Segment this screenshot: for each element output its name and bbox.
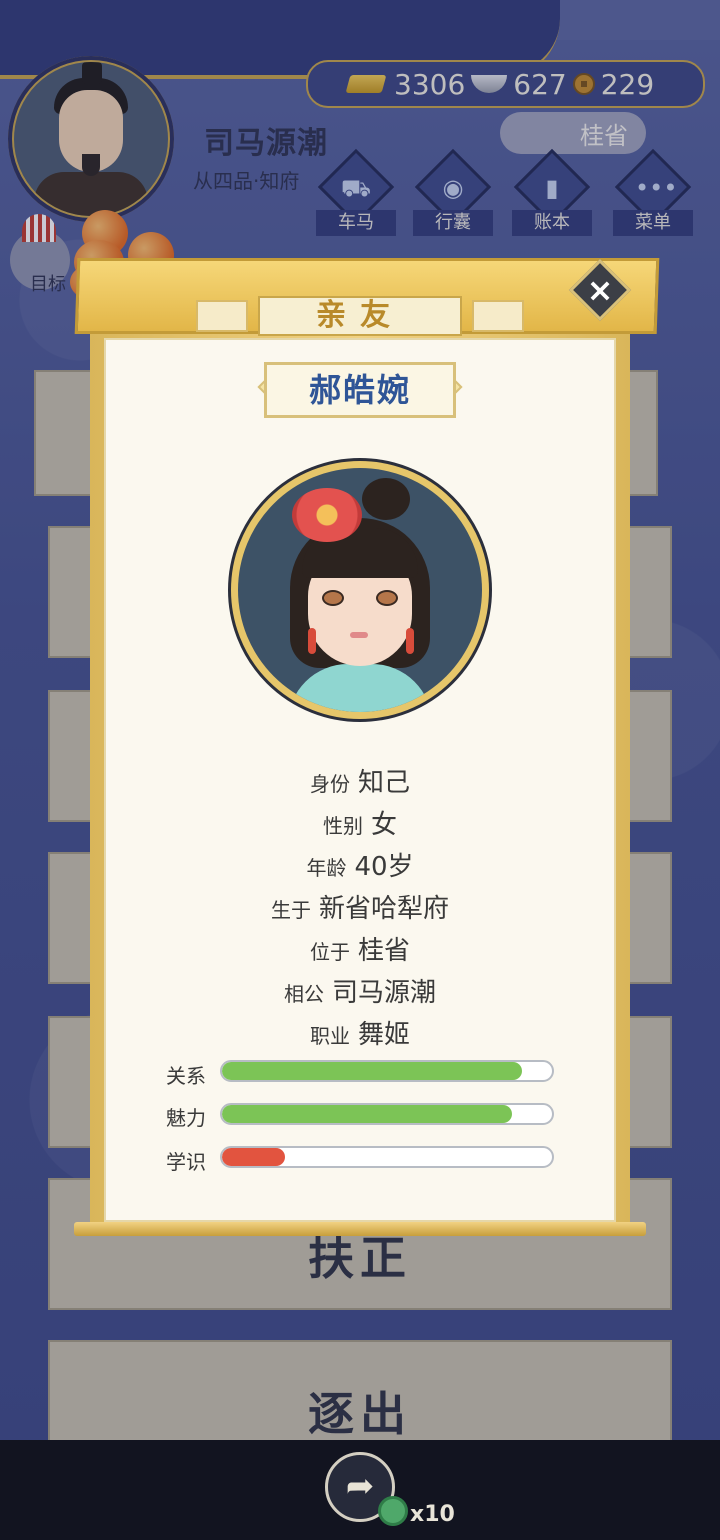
info-key: 位于 (309, 940, 350, 964)
info-occupation: 职业 舞姬 (104, 1014, 616, 1051)
close-icon[interactable]: × (578, 268, 622, 312)
info-value: 司马源潮 (331, 978, 436, 1008)
info-birthplace: 生于 新省哈犁府 (104, 888, 616, 925)
info-age: 年龄 40岁 (104, 846, 616, 883)
portrait-eye (322, 590, 344, 606)
stat-bar-relation (220, 1060, 554, 1082)
stat-label-relation: 关系 (166, 1064, 206, 1088)
info-key: 职业 (309, 1024, 350, 1048)
info-husband: 相公 司马源潮 (104, 972, 616, 1009)
portrait-robe (288, 664, 432, 712)
character-name: 郝皓婉 (264, 362, 456, 418)
header-ornament (472, 300, 524, 332)
flower-icon (292, 488, 362, 542)
portrait-lips (350, 632, 368, 638)
info-key: 相公 (283, 982, 324, 1006)
info-value: 新省哈犁府 (318, 894, 449, 924)
info-key: 年龄 (306, 856, 347, 880)
stat-fill (222, 1105, 513, 1123)
stat-fill (222, 1148, 285, 1166)
info-location: 位于 桂省 (104, 930, 616, 967)
dialog-title: 亲友 (258, 296, 462, 336)
portrait-bun (362, 478, 410, 520)
stat-label-knowledge: 学识 (166, 1150, 206, 1174)
info-identity: 身份 知己 (104, 762, 616, 799)
info-value: 桂省 (357, 936, 410, 966)
share-count: x10 (410, 1502, 455, 1527)
share-icon: ➦ (345, 1466, 375, 1506)
jade-coin-icon (378, 1496, 408, 1526)
info-key: 身份 (309, 772, 350, 796)
stat-fill (222, 1062, 523, 1080)
info-key: 性别 (322, 814, 363, 838)
header-ornament (196, 300, 248, 332)
stat-label-charm: 魅力 (166, 1106, 206, 1130)
info-value: 舞姬 (357, 1020, 410, 1050)
info-value: 40岁 (354, 852, 414, 882)
character-portrait (238, 468, 482, 712)
earring (406, 628, 414, 654)
dialog-bottom-rail (74, 1222, 646, 1236)
info-key: 生于 (270, 898, 311, 922)
stat-bar-charm (220, 1103, 554, 1125)
info-value: 知己 (357, 768, 410, 798)
earring (308, 628, 316, 654)
info-gender: 性别女 (104, 804, 616, 841)
portrait-eye (376, 590, 398, 606)
info-value: 女 (370, 810, 397, 840)
stat-bar-knowledge (220, 1146, 554, 1168)
